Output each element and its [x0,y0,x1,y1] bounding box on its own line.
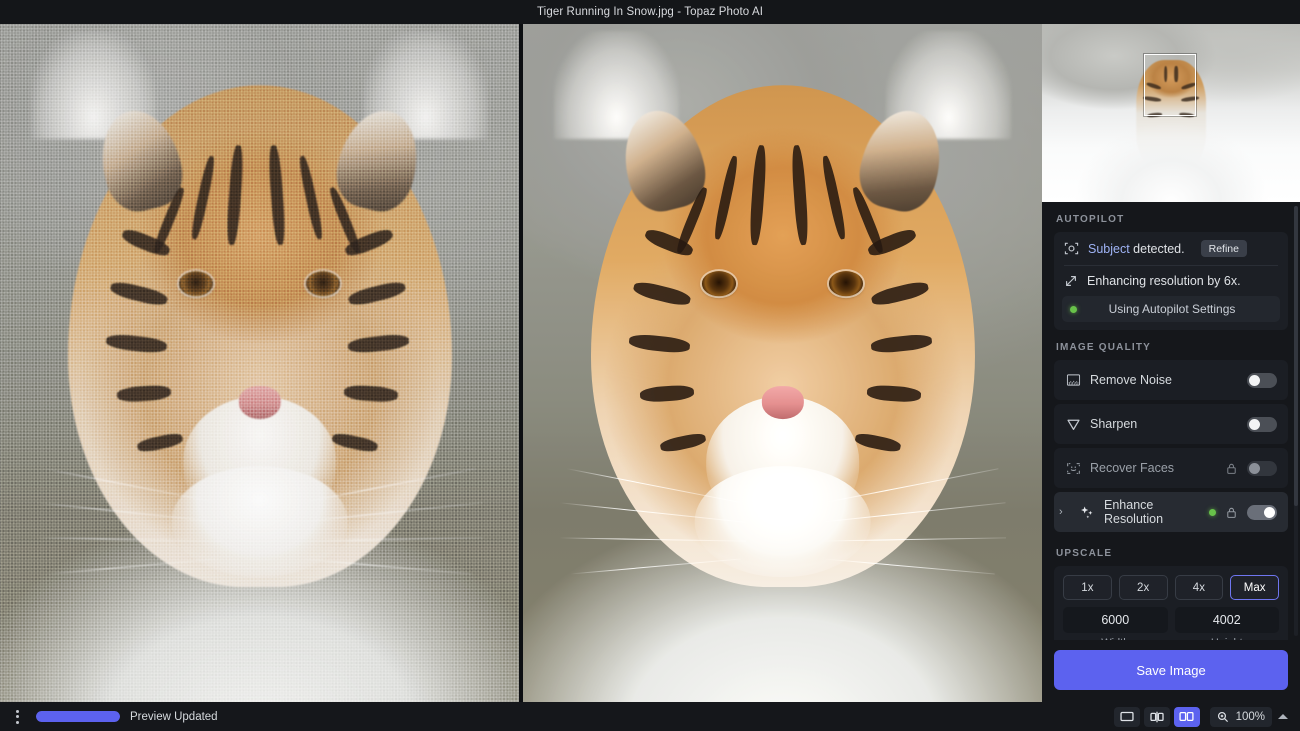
image-viewer[interactable] [0,24,1042,702]
preview-pane-original[interactable] [0,24,519,702]
navigator-panel[interactable] [1042,24,1300,202]
autopilot-status-dot [1070,306,1077,313]
view-mode-single-icon[interactable] [1114,707,1140,727]
sharpen-icon [1065,416,1081,432]
upscale-card: 1x 2x 4x Max 6000 Width 4002 Height [1054,566,1288,640]
quality-label-remove-noise: Remove Noise [1090,373,1238,387]
toggle-recover-faces[interactable] [1247,461,1277,476]
noise-icon [1065,372,1081,388]
autopilot-resolution-row[interactable]: Enhancing resolution by 6x. [1054,266,1288,296]
resize-arrow-icon [1064,274,1078,288]
noise-overlay [0,24,519,702]
quality-row-enhance-resolution[interactable]: › Enhance Resolution [1054,492,1288,532]
upscale-ratio-2x[interactable]: 2x [1119,575,1168,600]
height-label: Height [1175,637,1280,640]
lock-icon-recover-faces[interactable] [1225,462,1238,475]
quality-label-sharpen: Sharpen [1090,417,1238,431]
sidebar-scroll-body[interactable]: AUTOPILOT Subject detected. Refine [1042,202,1300,640]
quality-label-recover-faces: Recover Faces [1090,461,1216,475]
tiger-image-enhanced [523,24,1042,702]
resolution-text: Enhancing resolution by 6x. [1087,274,1241,288]
chevron-right-icon[interactable]: › [1059,506,1070,518]
upscale-ratio-4x[interactable]: 4x [1175,575,1224,600]
subject-detected-rest: detected. [1130,242,1185,256]
view-mode-split-icon[interactable] [1144,707,1170,727]
using-autopilot-settings-button[interactable]: Using Autopilot Settings [1062,296,1280,322]
zoom-control[interactable]: 100% [1210,707,1272,727]
window-title: Tiger Running In Snow.jpg - Topaz Photo … [537,6,763,18]
kebab-menu-icon[interactable] [8,707,26,727]
quality-row-recover-faces[interactable]: Recover Faces [1054,448,1288,488]
subject-detect-icon [1064,241,1079,256]
bottom-status-bar: Preview Updated 100% [0,702,1300,731]
main-area: AUTOPILOT Subject detected. Refine [0,24,1300,702]
toggle-sharpen[interactable] [1247,417,1277,432]
autopilot-settings-label: Using Autopilot Settings [1086,302,1272,316]
quality-row-remove-noise[interactable]: Remove Noise [1054,360,1288,400]
zoom-level-value: 100% [1236,711,1265,723]
save-image-button[interactable]: Save Image [1054,650,1288,690]
right-sidebar: AUTOPILOT Subject detected. Refine [1042,24,1300,702]
sidebar-scrollbar-thumb[interactable] [1294,206,1298,506]
toggle-enhance-resolution[interactable] [1247,505,1277,520]
toggle-remove-noise[interactable] [1247,373,1277,388]
chevron-up-icon[interactable] [1278,714,1288,719]
preview-pane-enhanced[interactable] [523,24,1042,702]
save-area: Save Image [1042,640,1300,702]
refine-button[interactable]: Refine [1201,240,1247,257]
subject-detected-text: Subject detected. [1088,242,1185,256]
magnifier-icon [1217,711,1229,723]
face-icon [1065,460,1081,476]
subject-label: Subject [1088,242,1130,256]
upscale-ratio-max[interactable]: Max [1230,575,1279,600]
window-title-bar: Tiger Running In Snow.jpg - Topaz Photo … [0,0,1300,24]
viewer-controls: 100% [1114,707,1292,727]
navigator-viewport-rect[interactable] [1144,54,1196,116]
height-field-group: 4002 Height [1175,607,1280,640]
upscale-dimensions-row: 6000 Width 4002 Height [1063,607,1279,640]
upscale-ratio-1x[interactable]: 1x [1063,575,1112,600]
sparkle-icon [1079,504,1095,520]
preview-progress-bar [36,711,120,722]
enhance-resolution-active-dot [1209,509,1216,516]
upscale-ratio-group: 1x 2x 4x Max [1063,575,1279,600]
width-field-group: 6000 Width [1063,607,1168,640]
width-label: Width [1063,637,1168,640]
autopilot-card: Subject detected. Refine Enhancing resol… [1054,232,1288,330]
autopilot-section-label: AUTOPILOT [1042,202,1300,232]
view-mode-side-by-side-icon[interactable] [1174,707,1200,727]
image-quality-section-label: IMAGE QUALITY [1042,330,1300,360]
height-input[interactable]: 4002 [1175,607,1280,633]
autopilot-subject-row[interactable]: Subject detected. Refine [1054,232,1288,265]
lock-icon-enhance-resolution[interactable] [1225,506,1238,519]
preview-progress-fill [36,711,120,722]
quality-label-enhance-resolution: Enhance Resolution [1104,498,1200,526]
upscale-section-label: UPSCALE [1042,536,1300,566]
quality-row-sharpen[interactable]: Sharpen [1054,404,1288,444]
preview-status-label: Preview Updated [130,711,218,723]
width-input[interactable]: 6000 [1063,607,1168,633]
